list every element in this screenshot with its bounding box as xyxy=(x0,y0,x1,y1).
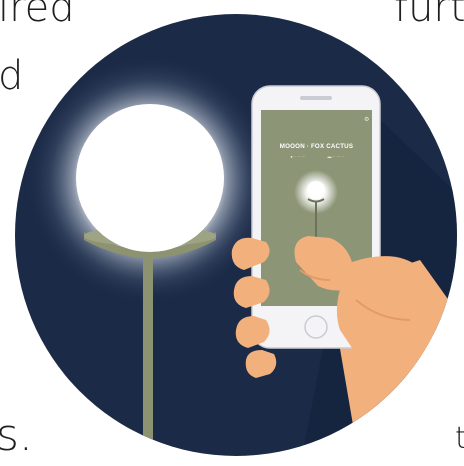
bg-text-bottom-right: t xyxy=(455,421,464,456)
mini-lamp-pole xyxy=(315,202,317,242)
bg-text-bottom-left: s. xyxy=(0,410,33,461)
app-sub-right: ▬ ·· ······ xyxy=(328,154,345,159)
illustration: ⚙ MOOON · FOX CACTUS ● ·· ······ ▬ ·· ··… xyxy=(15,14,457,456)
settings-icon[interactable]: ⚙ xyxy=(364,116,369,123)
app-title: MOOON · FOX CACTUS xyxy=(280,143,353,150)
app-sub-left: ● ·· ······ xyxy=(290,154,305,159)
home-button[interactable] xyxy=(304,315,328,339)
phone-speaker xyxy=(300,96,332,100)
mini-lamp-globe xyxy=(307,181,325,199)
lamp-globe xyxy=(76,104,224,252)
lamp-pole xyxy=(143,255,153,456)
